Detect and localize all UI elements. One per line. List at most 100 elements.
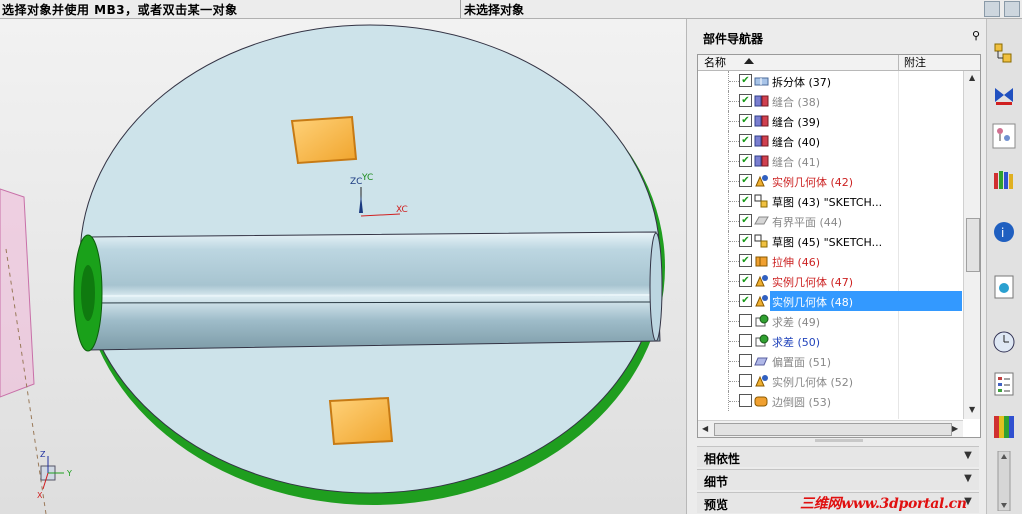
tree-row[interactable]: 实例几何体 (52) — [698, 371, 962, 391]
sew-icon — [754, 94, 769, 108]
web-browser-icon[interactable]: i — [991, 219, 1017, 245]
splitter-grip[interactable] — [815, 439, 863, 442]
part-navigator-icon[interactable] — [991, 123, 1017, 149]
tree-row[interactable]: ✔ 实例几何体 (48) — [698, 291, 962, 311]
navigator-title: 部件导航器 — [703, 32, 764, 46]
visibility-checkbox[interactable]: ✔ — [739, 154, 752, 167]
dependencies-section[interactable]: 相依性 ▼ — [697, 446, 979, 467]
visibility-checkbox[interactable]: ✔ — [739, 94, 752, 107]
tree-row[interactable]: 边倒圆 (53) — [698, 391, 962, 411]
scroll-right-icon[interactable]: ▶ — [952, 424, 958, 433]
feature-label: 草图 (45) "SKETCH... — [772, 236, 883, 249]
feature-label: 边倒圆 (53) — [772, 396, 832, 409]
tree-row[interactable]: 偏置面 (51) — [698, 351, 962, 371]
feature-label: 有界平面 (44) — [772, 216, 843, 229]
tree-row[interactable]: ✔ 草图 (45) "SKETCH... — [698, 231, 962, 251]
tree-row[interactable]: ✔ 缝合 (38) — [698, 91, 962, 111]
scroll-left-icon[interactable]: ◀ — [702, 424, 708, 433]
constraint-navigator-icon[interactable] — [991, 82, 1017, 108]
pin-icon[interactable]: ⚲ — [970, 30, 982, 42]
column-header-note[interactable]: 附注 — [904, 55, 926, 70]
visibility-checkbox[interactable]: ✔ — [739, 214, 752, 227]
tree-row[interactable]: ✔ 实例几何体 (47) — [698, 271, 962, 291]
section-label: 细节 — [704, 475, 729, 489]
tree-branch — [729, 241, 739, 242]
graphics-viewport[interactable]: ZC YC XC Z Y X — [0, 19, 686, 514]
horizontal-scrollbar[interactable]: ◀ ▶ — [698, 420, 963, 437]
visibility-checkbox[interactable] — [739, 314, 752, 327]
visibility-checkbox[interactable]: ✔ — [739, 274, 752, 287]
sketch-icon — [754, 194, 769, 208]
model-canvas[interactable]: ZC YC XC Z Y X — [0, 19, 686, 514]
scroll-down-icon[interactable]: ▼ — [969, 405, 975, 414]
visibility-checkbox[interactable] — [739, 374, 752, 387]
xc-label: XC — [396, 205, 408, 215]
feature-label: 实例几何体 (52) — [772, 376, 854, 389]
subtract-icon — [754, 314, 769, 328]
chevron-down-icon[interactable]: ▼ — [961, 449, 975, 463]
status-bar: 选择对象并使用 MB3，或者双击某一对象 未选择对象 — [0, 0, 1022, 19]
column-header-name[interactable]: 名称 — [704, 55, 726, 70]
feature-label: 缝合 (41) — [772, 156, 821, 169]
visibility-checkbox[interactable]: ✔ — [739, 74, 752, 87]
column-divider[interactable] — [898, 55, 899, 70]
tree-row[interactable]: ✔ 缝合 (40) — [698, 131, 962, 151]
visibility-checkbox[interactable]: ✔ — [739, 254, 752, 267]
tree-branch — [729, 201, 739, 202]
vertical-scrollbar[interactable]: ▲ ▼ — [963, 71, 980, 419]
history-icon[interactable] — [991, 274, 1017, 300]
visibility-checkbox[interactable] — [739, 354, 752, 367]
assembly-navigator-icon[interactable] — [991, 41, 1017, 67]
feature-tree[interactable]: 名称 附注 ✔ 拆分体 (37) ✔ 缝合 (38) ✔ 缝合 (39) ✔ 缝合 (40) ✔… — [697, 54, 981, 438]
toolbar-icon[interactable] — [1004, 1, 1020, 17]
visibility-checkbox[interactable]: ✔ — [739, 174, 752, 187]
tree-row[interactable]: ✔ 拉伸 (46) — [698, 251, 962, 271]
visibility-checkbox[interactable] — [739, 394, 752, 407]
tree-branch — [729, 101, 739, 102]
section-label: 预览 — [704, 498, 729, 512]
sketch-icon — [754, 234, 769, 248]
tree-row[interactable]: 求差 (50) — [698, 331, 962, 351]
horizontal-scroll-thumb[interactable] — [714, 423, 952, 436]
edge-blend-icon — [754, 394, 769, 408]
chevron-down-icon[interactable]: ▼ — [961, 472, 975, 486]
tree-branch — [729, 141, 739, 142]
tree-branch — [729, 221, 739, 222]
visibility-checkbox[interactable]: ✔ — [739, 234, 752, 247]
zc-label: ZC — [350, 177, 362, 187]
visibility-checkbox[interactable]: ✔ — [739, 114, 752, 127]
system-materials-icon[interactable] — [991, 414, 1017, 440]
sew-icon — [754, 154, 769, 168]
reuse-library-icon[interactable] — [991, 167, 1017, 193]
roles-icon[interactable] — [991, 371, 1017, 397]
tree-row[interactable]: ✔ 有界平面 (44) — [698, 211, 962, 231]
extrude-icon — [754, 254, 769, 268]
feature-label: 缝合 (38) — [772, 96, 821, 109]
tree-branch — [729, 281, 739, 282]
tree-row[interactable]: ✔ 缝合 (41) — [698, 151, 962, 171]
sew-icon — [754, 114, 769, 128]
feature-label: 实例几何体 (47) — [772, 276, 854, 289]
visibility-checkbox[interactable]: ✔ — [739, 294, 752, 307]
tree-branch — [729, 321, 739, 322]
feature-label: 实例几何体 (48) — [772, 296, 854, 309]
tree-row[interactable]: ✔ 实例几何体 (42) — [698, 171, 962, 191]
scroll-up-icon[interactable]: ▲ — [969, 73, 975, 82]
tree-branch — [729, 121, 739, 122]
details-section[interactable]: 细节 ▼ — [697, 469, 979, 490]
resource-bar-scroll[interactable] — [991, 450, 1017, 512]
clock-icon[interactable] — [991, 329, 1017, 355]
vertical-scroll-thumb[interactable] — [966, 218, 980, 272]
visibility-checkbox[interactable] — [739, 334, 752, 347]
tree-branch — [729, 341, 739, 342]
feature-label: 草图 (43) "SKETCH... — [772, 196, 883, 209]
tree-row[interactable]: 求差 (49) — [698, 311, 962, 331]
tree-row[interactable]: ✔ 拆分体 (37) — [698, 71, 962, 91]
tree-row[interactable]: ✔ 缝合 (39) — [698, 111, 962, 131]
toolbar-icon[interactable] — [984, 1, 1000, 17]
status-prompt: 选择对象并使用 MB3，或者双击某一对象 — [2, 3, 238, 17]
tree-row[interactable]: ✔ 草图 (43) "SKETCH... — [698, 191, 962, 211]
visibility-checkbox[interactable]: ✔ — [739, 194, 752, 207]
panel-splitter[interactable] — [697, 439, 979, 442]
visibility-checkbox[interactable]: ✔ — [739, 134, 752, 147]
